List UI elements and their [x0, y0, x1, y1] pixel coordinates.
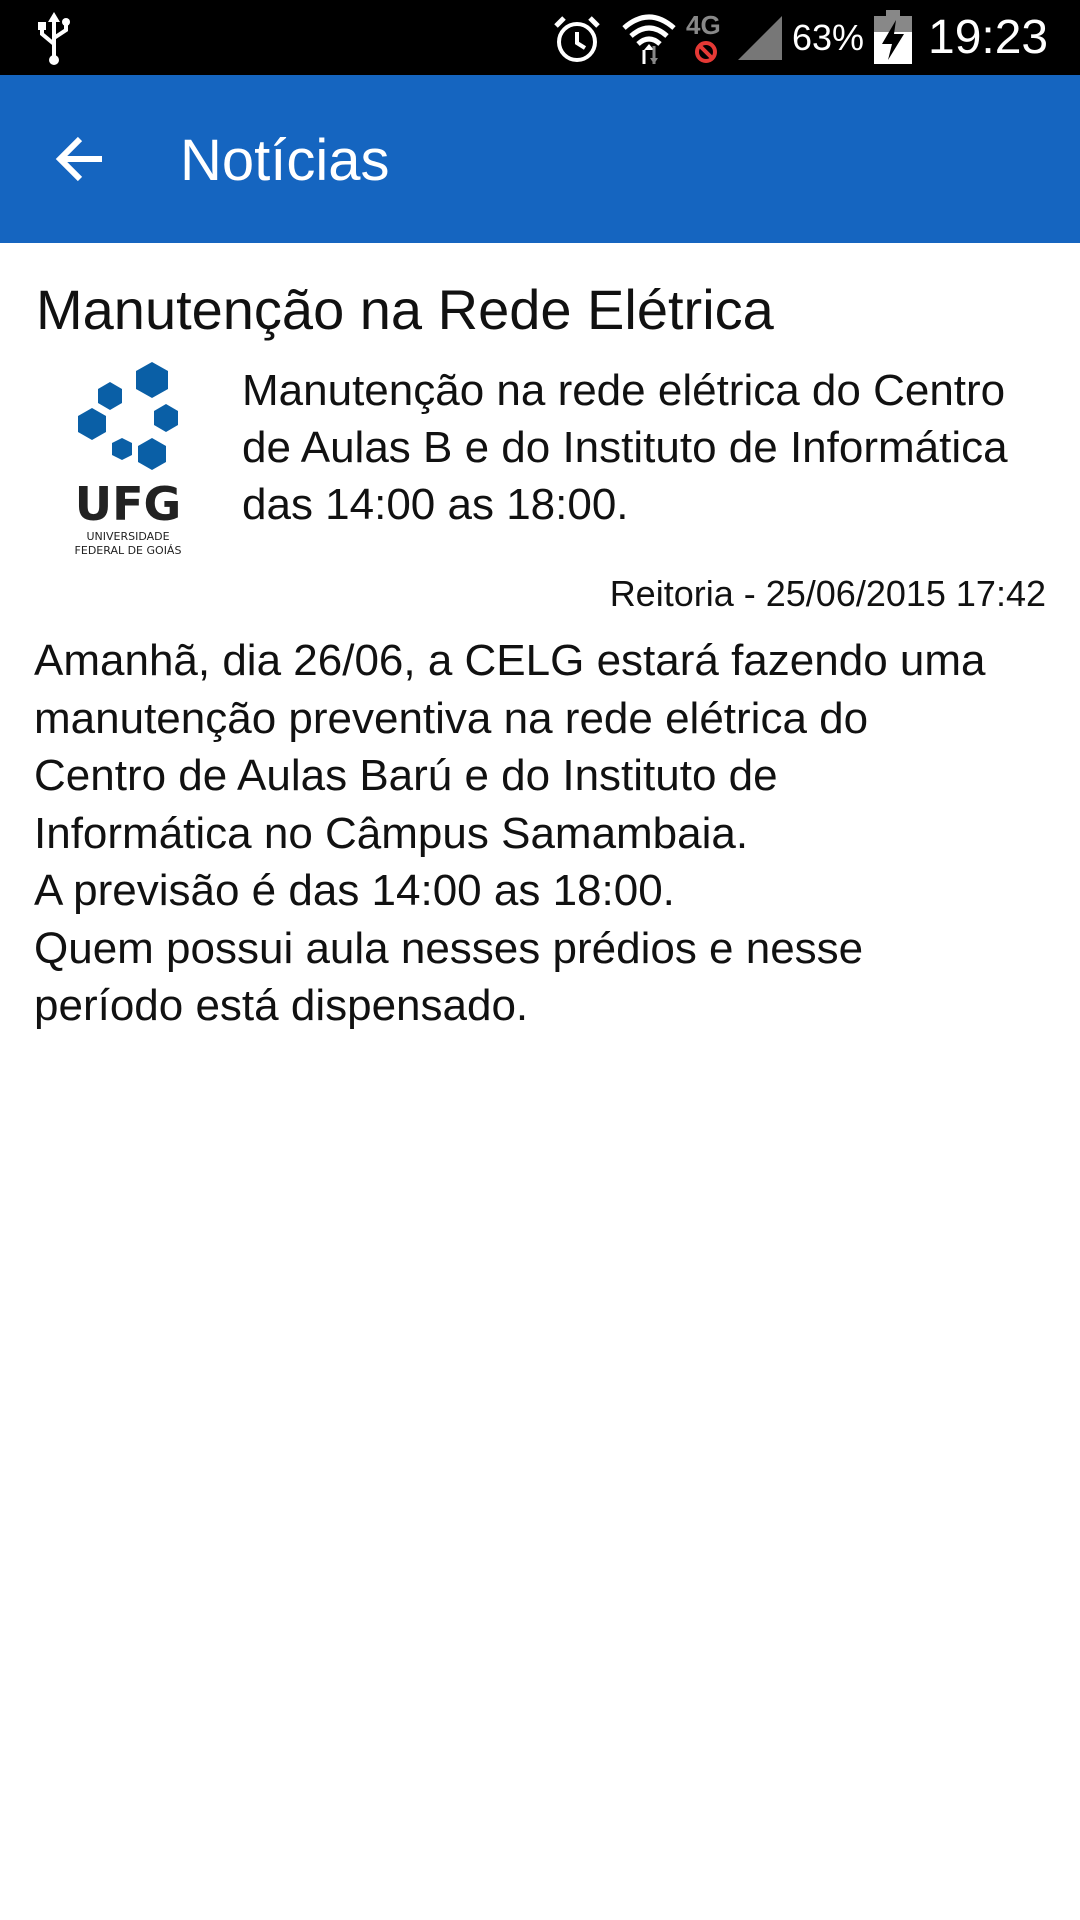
svg-text:UNIVERSIDADE: UNIVERSIDADE — [86, 530, 169, 543]
arrow-left-icon — [55, 136, 102, 182]
app-bar: Notícias — [0, 75, 1080, 243]
body-line: Amanhã, dia 26/06, a CELG estará fazendo… — [34, 636, 986, 685]
ufg-logo: UFG UNIVERSIDADE FEDERAL DE GOIÁS — [72, 360, 190, 560]
body-line: manutenção preventiva na rede elétrica d… — [34, 693, 869, 743]
svg-text:4G: 4G — [686, 10, 721, 40]
back-button[interactable] — [40, 119, 120, 199]
news-body: Amanhã, dia 26/06, a CELG estará fazendo… — [34, 632, 1054, 1035]
wifi-icon — [622, 14, 676, 64]
body-line: Informática no Câmpus Samambaia. — [34, 808, 749, 858]
svg-text:FEDERAL DE GOIÁS: FEDERAL DE GOIÁS — [75, 544, 182, 557]
body-line: Quem possui aula nesses prédios e nesse — [34, 923, 864, 973]
screen: 4G 63% 19:23 Notícias Manutenção na Rede… — [0, 0, 1080, 1920]
battery-charging-icon — [874, 10, 912, 64]
4g-no-data-icon: 4G — [684, 8, 728, 68]
usb-icon — [38, 12, 70, 65]
body-line: Centro de Aulas Barú e do Instituto de — [34, 751, 778, 800]
alarm-icon — [554, 16, 600, 62]
clock: 19:23 — [928, 11, 1049, 64]
news-meta: Reitoria - 25/06/2015 17:42 — [609, 573, 1046, 614]
svg-text:UFG: UFG — [75, 477, 182, 531]
battery-percent: 63% — [792, 17, 865, 58]
body-line: A previsão é das 14:00 as 18:00. — [34, 866, 675, 915]
page-title: Notícias — [180, 128, 390, 193]
news-title: Manutenção na Rede Elétrica — [36, 278, 774, 341]
signal-icon — [738, 16, 782, 60]
body-line: período está dispensado. — [34, 981, 529, 1030]
status-bar: 4G 63% 19:23 — [0, 0, 1080, 75]
news-summary: Manutenção na rede elétrica do Centro de… — [242, 366, 1008, 529]
